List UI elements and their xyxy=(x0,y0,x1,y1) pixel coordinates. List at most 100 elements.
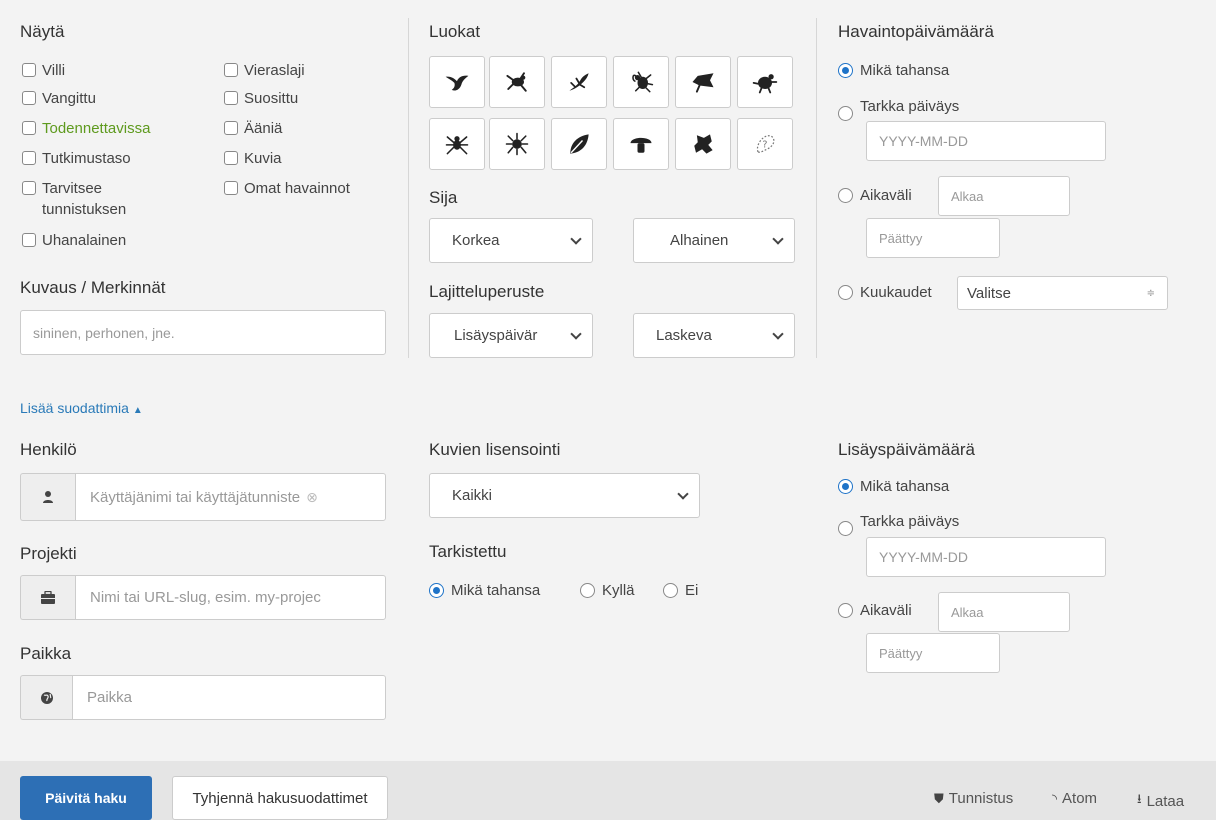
added-range-radio[interactable]: Aikaväli xyxy=(838,602,912,619)
person-input[interactable]: Käyttäjänimi tai käyttäjätunniste ⊗ xyxy=(75,473,386,521)
description-input[interactable]: sininen, perhonen, jne. xyxy=(20,310,386,355)
radio[interactable] xyxy=(663,583,678,598)
fish-icon[interactable] xyxy=(675,56,731,108)
arachnid-icon[interactable] xyxy=(429,118,485,170)
place-input[interactable]: Paikka xyxy=(72,675,386,720)
filter-tarvitsee-tunnistuksen[interactable]: Tarvitsee tunnistuksen xyxy=(22,178,126,220)
reviewed-yes-radio[interactable]: Kyllä xyxy=(580,582,635,599)
observed-start-input[interactable]: Alkaa xyxy=(938,176,1070,216)
plant-icon[interactable] xyxy=(551,118,607,170)
reviewed-no-radio[interactable]: Ei xyxy=(663,582,698,599)
observed-exact-radio[interactable]: Tarkka päiväys xyxy=(838,98,959,121)
column-divider xyxy=(816,18,817,358)
checkbox[interactable] xyxy=(224,63,238,77)
observed-range-radio[interactable]: Aikaväli xyxy=(838,187,912,204)
checkbox[interactable] xyxy=(22,63,36,77)
clear-filters-button[interactable]: Tyhjennä hakusuodattimet xyxy=(172,776,388,820)
chevron-down-icon xyxy=(772,232,784,245)
checkbox[interactable] xyxy=(22,233,36,247)
licensing-heading: Kuvien lisensointi xyxy=(429,440,561,459)
filter-tutkimustaso[interactable]: Tutkimustaso xyxy=(22,148,131,169)
added-heading: Lisäyspäivämäärä xyxy=(838,440,976,459)
download-link[interactable]: ⭳ Lataa xyxy=(1137,790,1184,812)
chevron-down-icon xyxy=(570,232,582,245)
observed-any-radio[interactable]: Mikä tahansa xyxy=(838,62,949,79)
chevron-down-icon xyxy=(677,487,689,500)
licensing-select[interactable]: Kaikki xyxy=(429,473,700,518)
update-search-button[interactable]: Päivitä haku xyxy=(20,776,152,820)
filter-kuvia[interactable]: Kuvia xyxy=(224,148,282,169)
observed-months-radio[interactable]: Kuukaudet xyxy=(838,284,932,301)
clear-icon[interactable]: ⊗ xyxy=(306,489,318,506)
bird-icon[interactable] xyxy=(429,56,485,108)
checkbox[interactable] xyxy=(224,181,238,195)
fungi-icon[interactable] xyxy=(613,118,669,170)
radio[interactable] xyxy=(838,63,853,78)
svg-text:?: ? xyxy=(762,140,767,151)
filter-suosittu[interactable]: Suosittu xyxy=(224,88,298,109)
radio[interactable] xyxy=(838,188,853,203)
checkbox[interactable] xyxy=(22,181,36,195)
added-end-input[interactable]: Päättyy xyxy=(866,633,1000,673)
filter-todennettavissa[interactable]: Todennettavissa xyxy=(22,118,150,139)
sort-order-select[interactable]: Laskeva xyxy=(633,313,795,358)
mammal-icon[interactable] xyxy=(737,56,793,108)
added-date-input[interactable]: YYYY-MM-DD xyxy=(866,537,1106,577)
identify-link[interactable]: ⛊ Tunnistus xyxy=(934,790,1013,807)
description-heading: Kuvaus / Merkinnät xyxy=(20,278,166,297)
sort-heading: Lajitteluperuste xyxy=(429,282,545,301)
protozoa-icon[interactable] xyxy=(675,118,731,170)
radio[interactable] xyxy=(580,583,595,598)
added-start-input[interactable]: Alkaa xyxy=(938,592,1070,632)
reviewed-any-radio[interactable]: Mikä tahansa xyxy=(429,582,540,599)
checkbox[interactable] xyxy=(224,151,238,165)
checkbox[interactable] xyxy=(224,121,238,135)
download-icon: ⭳ xyxy=(1137,791,1142,806)
rank-high-select[interactable]: Korkea xyxy=(429,218,593,263)
radio[interactable] xyxy=(838,285,853,300)
filter-villi[interactable]: Villi xyxy=(22,60,65,81)
radio[interactable] xyxy=(838,603,853,618)
radio[interactable] xyxy=(838,106,853,121)
show-heading: Näytä xyxy=(20,22,65,41)
filter-omat-havainnot[interactable]: Omat havainnot xyxy=(224,178,350,199)
rss-icon: ◝ xyxy=(1052,790,1058,806)
radio[interactable] xyxy=(838,479,853,494)
rank-low-select[interactable]: Alhainen xyxy=(633,218,795,263)
filter-vangittu[interactable]: Vangittu xyxy=(22,88,96,109)
mollusk-icon[interactable] xyxy=(489,118,545,170)
caret-up-icon: ▲ xyxy=(132,405,143,416)
classes-heading: Luokat xyxy=(429,22,481,41)
chevron-down-icon xyxy=(570,327,582,340)
added-exact-radio[interactable]: Tarkka päiväys xyxy=(838,513,959,536)
more-filters-link[interactable]: Lisää suodattimia ▲ xyxy=(20,400,143,416)
checkbox[interactable] xyxy=(224,91,238,105)
added-any-radio[interactable]: Mikä tahansa xyxy=(838,478,949,495)
amphibian-icon[interactable] xyxy=(489,56,545,108)
person-heading: Henkilö xyxy=(20,440,77,459)
unknown-icon[interactable]: ? xyxy=(737,118,793,170)
filter-uhanalainen[interactable]: Uhanalainen xyxy=(22,230,126,251)
project-heading: Projekti xyxy=(20,544,77,563)
radio[interactable] xyxy=(429,583,444,598)
sort-by-select[interactable]: Lisäyspäivär xyxy=(429,313,593,358)
place-heading: Paikka xyxy=(20,644,72,663)
insect-icon[interactable] xyxy=(613,56,669,108)
chevron-down-icon xyxy=(772,327,784,340)
checkbox[interactable] xyxy=(22,91,36,105)
select-arrows-icon: ≑ xyxy=(1146,287,1155,299)
globe-icon xyxy=(20,675,72,720)
briefcase-icon xyxy=(20,575,75,620)
reptile-icon[interactable] xyxy=(551,56,607,108)
filter-aania[interactable]: Ääniä xyxy=(224,118,282,139)
radio[interactable] xyxy=(838,521,853,536)
observed-date-input[interactable]: YYYY-MM-DD xyxy=(866,121,1106,161)
observed-end-input[interactable]: Päättyy xyxy=(866,218,1000,258)
checkbox[interactable] xyxy=(22,121,36,135)
filter-vieraslaji[interactable]: Vieraslaji xyxy=(224,60,305,81)
checkbox[interactable] xyxy=(22,151,36,165)
months-select[interactable]: Valitse ≑ xyxy=(957,276,1168,310)
project-input[interactable]: Nimi tai URL-slug, esim. my-projec xyxy=(75,575,386,620)
observed-heading: Havaintopäivämäärä xyxy=(838,22,994,41)
atom-link[interactable]: ◝ Atom xyxy=(1052,790,1097,807)
